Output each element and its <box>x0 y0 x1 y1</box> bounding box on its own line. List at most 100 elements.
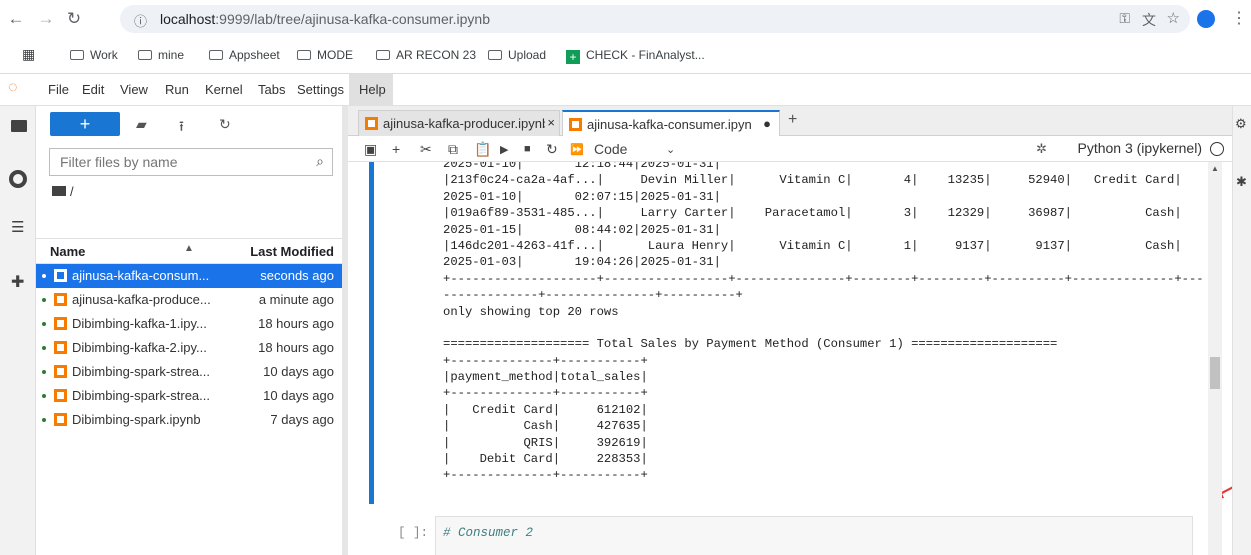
file-row[interactable]: Dibimbing-kafka-2.ipy... 18 hours ago <box>36 336 342 360</box>
file-row[interactable]: Dibimbing-spark.ipynb 7 days ago <box>36 408 342 432</box>
output-line: |213f0c24-ca2a-4af...| Devin Miller| Vit… <box>443 173 1182 188</box>
scrollbar[interactable]: ▲ <box>1208 162 1222 555</box>
toc-icon[interactable]: ☰ <box>11 218 24 236</box>
tab-consumer[interactable]: ajinusa-kafka-consumer.ipyn ● <box>562 110 780 136</box>
key-icon[interactable]: ⚿ <box>1119 10 1130 27</box>
scrollbar-thumb[interactable] <box>1210 357 1220 389</box>
file-row[interactable]: Dibimbing-spark-strea... 10 days ago <box>36 360 342 384</box>
reload-icon[interactable]: ↻ <box>64 9 84 29</box>
menu-file[interactable]: File <box>48 82 69 97</box>
restart-icon[interactable]: ↻ <box>546 141 558 158</box>
menu-help[interactable]: Help <box>359 82 386 97</box>
new-launcher-button[interactable]: + <box>50 112 120 136</box>
cell-output: 2025-01-10| 12:18:44|2025-01-31| |213f0c2… <box>443 162 1204 484</box>
bookmark-mine[interactable]: mine <box>138 48 184 62</box>
paste-icon[interactable]: 📋 <box>474 141 491 158</box>
running-dot-icon <box>42 370 46 374</box>
profile-avatar[interactable] <box>1197 10 1215 28</box>
stop-icon[interactable]: ■ <box>524 143 531 155</box>
running-kernels-icon[interactable] <box>9 170 27 188</box>
bookmarks-bar: ▦ Work mine Appsheet MODE AR RECON 23 Up… <box>0 38 1251 74</box>
refresh-icon[interactable]: ↻ <box>219 116 231 133</box>
notebook-icon <box>54 389 67 402</box>
running-dot-icon <box>42 322 46 326</box>
translate-icon[interactable]: 文 <box>1142 10 1156 30</box>
code-cell-input[interactable]: # Consumer 2 <box>435 516 1193 555</box>
file-row[interactable]: Dibimbing-kafka-1.ipy... 18 hours ago <box>36 312 342 336</box>
output-line: | QRIS| 392619| <box>443 435 648 450</box>
folder-icon <box>488 50 502 60</box>
breadcrumb[interactable]: / <box>52 184 74 199</box>
property-inspector-icon[interactable]: ⚙ <box>1235 116 1247 132</box>
output-line: only showing top 20 rows <box>443 304 619 319</box>
output-line: | Debit Card| 228353| <box>443 452 648 467</box>
output-line: -------------+---------------+----------… <box>443 288 743 303</box>
tab-producer[interactable]: ajinusa-kafka-producer.ipynb × <box>358 110 560 136</box>
menu-run[interactable]: Run <box>165 82 189 97</box>
notebook-tab-bar: ajinusa-kafka-producer.ipynb × ajinusa-k… <box>348 106 1232 136</box>
running-dot-icon <box>42 274 46 278</box>
upload-icon[interactable]: ⭱ <box>179 116 184 140</box>
run-icon[interactable]: ▶ <box>500 143 508 156</box>
url-field[interactable]: ⓘ localhost:9999/lab/tree/ajinusa-kafka-… <box>120 5 1190 33</box>
folder-icon <box>52 186 66 196</box>
column-name[interactable]: Name <box>50 244 85 259</box>
file-row[interactable]: Dibimbing-spark-strea... 10 days ago <box>36 384 342 408</box>
output-line: 2025-01-10| 02:07:15|2025-01-31| <box>443 189 721 204</box>
menu-tabs[interactable]: Tabs <box>258 82 285 97</box>
menu-view[interactable]: View <box>120 82 148 97</box>
close-tab-icon[interactable]: × <box>545 115 555 130</box>
folder-tab-icon[interactable] <box>11 120 27 132</box>
filter-input[interactable] <box>60 154 300 170</box>
scroll-up-icon[interactable]: ▲ <box>1211 164 1219 173</box>
back-icon[interactable]: ← <box>6 9 26 29</box>
file-row[interactable]: ajinusa-kafka-consum... seconds ago <box>36 264 342 288</box>
debugger-icon[interactable]: ✱ <box>1236 174 1247 190</box>
site-info-icon[interactable]: ⓘ <box>134 11 147 30</box>
output-line: |payment_method|total_sales| <box>443 370 648 385</box>
output-line: 2025-01-10| 12:18:44|2025-01-31| <box>443 162 721 171</box>
debug-bug-icon[interactable]: ✲ <box>1036 141 1047 157</box>
new-folder-icon[interactable]: ▰ <box>136 116 147 133</box>
extensions-icon[interactable]: ✚ <box>11 272 24 292</box>
add-tab-icon[interactable]: + <box>788 111 797 129</box>
chevron-down-icon[interactable]: ⌄ <box>666 143 675 156</box>
active-cell-indicator[interactable] <box>369 162 374 504</box>
unsaved-dot-icon[interactable]: ● <box>761 116 771 131</box>
bookmark-appsheet[interactable]: Appsheet <box>209 48 280 62</box>
notebook-icon <box>54 269 67 282</box>
run-all-icon[interactable]: ⏩ <box>570 143 584 156</box>
bookmark-check[interactable]: + CHECK - FinAnalyst... <box>566 48 705 64</box>
file-modified: seconds ago <box>260 268 334 283</box>
apps-grid-icon[interactable]: ▦ <box>22 46 35 63</box>
folder-icon <box>70 50 84 60</box>
copy-icon[interactable]: ⧉ <box>448 141 458 158</box>
file-name: Dibimbing-spark-strea... <box>72 364 210 379</box>
tab-label: ajinusa-kafka-producer.ipynb <box>383 116 550 131</box>
bookmark-mode[interactable]: MODE <box>297 48 353 62</box>
sort-asc-icon[interactable]: ▲ <box>184 243 194 254</box>
output-line: |146dc201-4263-41f...| Laura Henry| Vita… <box>443 238 1182 253</box>
bookmark-work[interactable]: Work <box>70 48 118 62</box>
forward-icon[interactable]: → <box>36 9 56 29</box>
cell-type-select[interactable]: Code <box>594 141 627 157</box>
menu-settings[interactable]: Settings <box>297 82 344 97</box>
bookmark-ar-recon[interactable]: AR RECON 23 <box>376 48 476 62</box>
file-name: Dibimbing-spark-strea... <box>72 388 210 403</box>
bookmark-star-icon[interactable]: ☆ <box>1167 9 1180 27</box>
menu-kernel[interactable]: Kernel <box>205 82 243 97</box>
kernel-status-icon <box>1210 142 1224 156</box>
column-last-modified[interactable]: Last Modified <box>250 244 334 259</box>
save-icon[interactable]: ▣ <box>364 141 377 158</box>
search-icon: ⌕ <box>316 153 324 169</box>
kernel-name[interactable]: Python 3 (ipykernel) <box>1077 140 1202 156</box>
menu-edit[interactable]: Edit <box>82 82 104 97</box>
insert-cell-icon[interactable]: + <box>392 141 400 157</box>
running-dot-icon <box>42 298 46 302</box>
output-line: | Cash| 427635| <box>443 419 648 434</box>
cut-icon[interactable]: ✂ <box>420 141 432 158</box>
browser-menu-icon[interactable]: ⋮ <box>1231 8 1247 28</box>
filter-files-field[interactable]: ⌕ <box>49 148 333 176</box>
file-row[interactable]: ajinusa-kafka-produce... a minute ago <box>36 288 342 312</box>
bookmark-upload[interactable]: Upload <box>488 48 546 62</box>
